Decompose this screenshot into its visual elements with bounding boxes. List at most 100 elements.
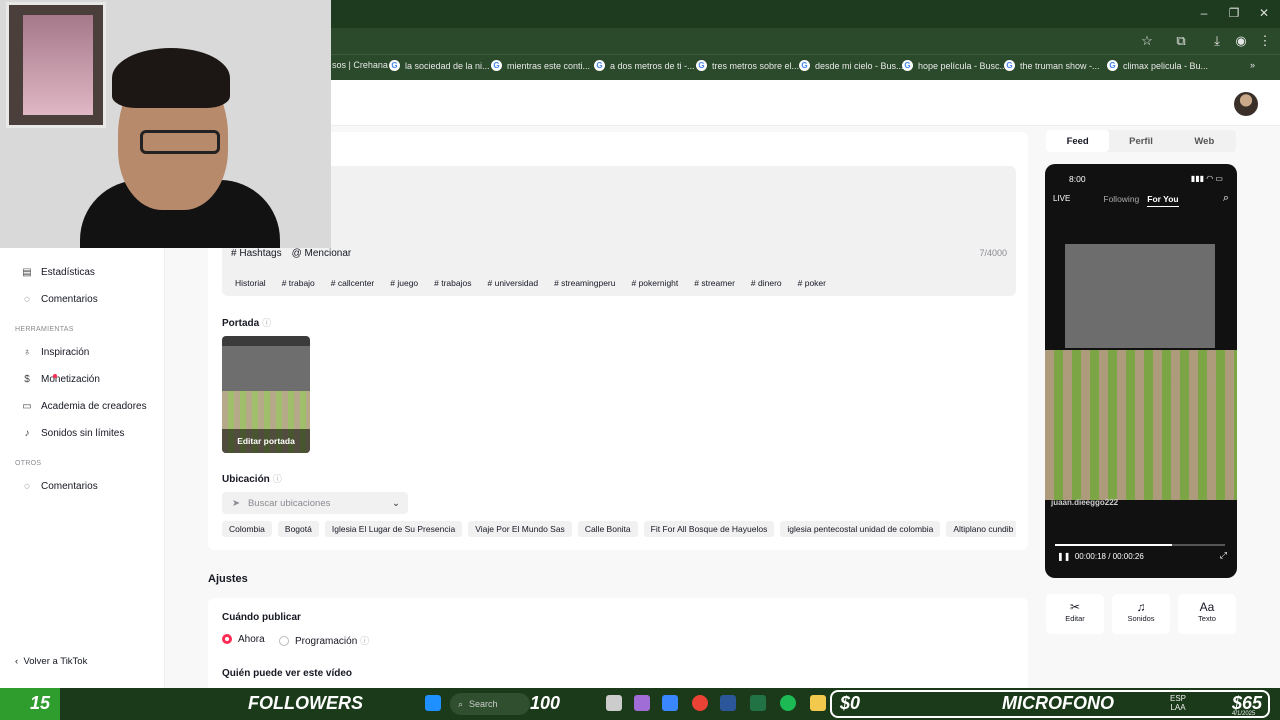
edit-tool-button[interactable]: ✂ Editar [1046, 594, 1104, 634]
star-icon[interactable]: ☆ [1138, 33, 1156, 49]
bookmark[interactable]: sos | Crehana [332, 60, 388, 70]
who-label: Quién puede ver este vídeo [222, 668, 353, 679]
file-explorer-icon[interactable] [606, 695, 622, 711]
location-suggestions: Colombia Bogotá Iglesia El Lugar de Su P… [222, 520, 1016, 538]
framed-photo [23, 15, 93, 115]
info-icon: ⓘ [360, 636, 370, 646]
bookmark[interactable]: Gmientras este conti... [491, 60, 590, 71]
taskbar-search[interactable]: ⌕ Search [450, 693, 530, 715]
google-icon: G [594, 60, 605, 71]
tab-feed[interactable]: Feed [1046, 130, 1110, 152]
folder-icon[interactable] [810, 695, 826, 711]
playback-time: ❚❚ 00:00:18 / 00:00:26 [1057, 552, 1144, 561]
book-icon: ▭ [22, 401, 32, 412]
sidebar-item-comentarios[interactable]: ◌ Comentarios [22, 294, 98, 305]
music-icon: ♫ [1136, 600, 1146, 614]
spotify-icon[interactable] [780, 695, 796, 711]
hashtag-chip[interactable]: # streamingperu [549, 275, 621, 291]
google-icon: G [389, 60, 400, 71]
google-icon: G [799, 60, 810, 71]
cover-thumbnail[interactable]: Editar portada [222, 336, 310, 453]
chip-historial[interactable]: Historial [230, 275, 271, 291]
tab-perfil[interactable]: Perfil [1109, 130, 1172, 152]
bookmark[interactable]: Gtres metros sobre el... [696, 60, 799, 71]
copilot-icon[interactable] [634, 695, 650, 711]
menu-icon[interactable]: ⋮ [1256, 33, 1274, 49]
hashtag-chip[interactable]: # juego [385, 275, 424, 291]
hashtag-chip[interactable]: # trabajos [429, 275, 477, 291]
download-icon[interactable]: ⤓ [1208, 33, 1226, 49]
progress-fill [1055, 544, 1173, 546]
sidebar-item-sonidos[interactable]: ♪ Sonidos sin límites [22, 428, 125, 439]
bookmark[interactable]: Gla sociedad de la ni... [389, 60, 490, 71]
more-bookmarks-icon[interactable]: » [1250, 60, 1255, 70]
hashtag-chip[interactable]: # pokernight [626, 275, 684, 291]
sidebar-item-monetizacion[interactable]: $ Monetización [22, 374, 100, 385]
comment-icon: ◌ [24, 294, 30, 305]
text-tool-button[interactable]: Aa Texto [1178, 594, 1236, 634]
close-icon[interactable]: ✕ [1254, 6, 1274, 20]
phone-preview: 8:00 ▮▮▮ ◠ ▭ LIVE Following For You ⌕ jua… [1045, 164, 1237, 578]
minimize-icon[interactable]: – [1194, 6, 1214, 20]
location-chip[interactable]: iglesia pentecostal unidad de colombia [780, 521, 941, 537]
hashtag-chip[interactable]: # trabajo [276, 275, 320, 291]
location-chip[interactable]: Viaje Por El Mundo Sas [468, 521, 572, 537]
location-search[interactable]: ➤ Buscar ubicaciones ⌄ [222, 492, 408, 514]
hashtag-chip[interactable]: # callcenter [325, 275, 380, 291]
word-icon[interactable] [720, 695, 736, 711]
pause-icon[interactable]: ❚❚ [1057, 552, 1070, 561]
sounds-tool-button[interactable]: ♫ Sonidos [1112, 594, 1170, 634]
location-chip[interactable]: Fit For All Bosque de Hayuelos [643, 521, 775, 537]
location-chip[interactable]: Iglesia El Lugar de Su Presencia [324, 521, 463, 537]
phone-feed-nav: Following For You [1045, 194, 1237, 207]
chrome-icon[interactable] [692, 695, 708, 711]
edit-cover-button[interactable]: Editar portada [222, 429, 310, 453]
bookmark[interactable]: Ga dos metros de ti -... [594, 60, 695, 71]
store-icon[interactable] [662, 695, 678, 711]
sidebar-item-inspiracion[interactable]: ♁ Inspiración [22, 347, 89, 358]
radio-schedule[interactable]: Programación ⓘ [279, 634, 369, 647]
radio-now[interactable]: Ahora [222, 634, 265, 645]
microfono-label: MICROFONO [1002, 693, 1114, 713]
bookmark[interactable]: Ghope película - Busc... [902, 60, 1007, 71]
excel-icon[interactable] [750, 695, 766, 711]
avatar[interactable] [1234, 92, 1258, 116]
location-chip[interactable]: Colombia [222, 521, 272, 537]
fullscreen-icon[interactable]: ⤢ [1220, 550, 1227, 561]
location-chip[interactable]: Calle Bonita [577, 521, 638, 537]
notification-dot [53, 374, 57, 378]
hashtag-chip[interactable]: # streamer [689, 275, 740, 291]
sidebar-item-estadisticas[interactable]: ▤ Estadísticas [22, 267, 95, 278]
info-icon: ⓘ [262, 318, 272, 328]
extensions-icon[interactable]: ⧉ [1172, 33, 1190, 49]
streamer-hair [112, 48, 230, 108]
screen: – ❐ ✕ ☆ ⧉ ⤓ ◉ ⋮ sos | Crehana Gla socied… [0, 0, 1280, 720]
language-indicator[interactable]: ESP LAA [1170, 694, 1186, 712]
hashtag-chip[interactable]: # dinero [745, 275, 787, 291]
video-progress[interactable] [1055, 544, 1225, 546]
tab-web[interactable]: Web [1173, 130, 1236, 152]
windows-start-icon[interactable] [425, 695, 441, 711]
location-chip[interactable]: Bogotá [277, 521, 319, 537]
google-icon: G [1004, 60, 1015, 71]
restore-icon[interactable]: ❐ [1224, 6, 1244, 20]
section-herramientas: HERRAMIENTAS [15, 326, 74, 333]
sidebar-item-comentarios-otros[interactable]: ◌ Comentarios [22, 481, 98, 492]
profile-icon[interactable]: ◉ [1232, 33, 1250, 49]
picture-frame [6, 2, 106, 128]
location-chip[interactable]: Altiplano cundib [946, 521, 1016, 537]
status-icons: ▮▮▮ ◠ ▭ [1190, 174, 1223, 183]
hashtag-chip[interactable]: # universidad [482, 275, 544, 291]
dollar-icon: $ [24, 374, 30, 385]
hashtag-button[interactable]: # Hashtags [231, 248, 282, 259]
back-to-tiktok-link[interactable]: ‹ Volver a TikTok [15, 656, 87, 667]
sidebar-item-academia[interactable]: ▭ Academia de creadores [22, 401, 146, 412]
bookmark[interactable]: Gdesde mi cielo - Bus... [799, 60, 904, 71]
bookmark[interactable]: Gclimax pelicula - Bu... [1107, 60, 1208, 71]
bookmark[interactable]: Gthe truman show -... [1004, 60, 1100, 71]
mention-button[interactable]: @ Mencionar [292, 248, 352, 259]
search-icon: ⌕ [458, 698, 464, 709]
info-icon: ⓘ [272, 474, 282, 484]
hashtag-chip[interactable]: # poker [792, 275, 831, 291]
taskbar: 15 FOLLOWERS ⌕ Search 100 $0 MICROFONO ES… [0, 688, 1280, 720]
